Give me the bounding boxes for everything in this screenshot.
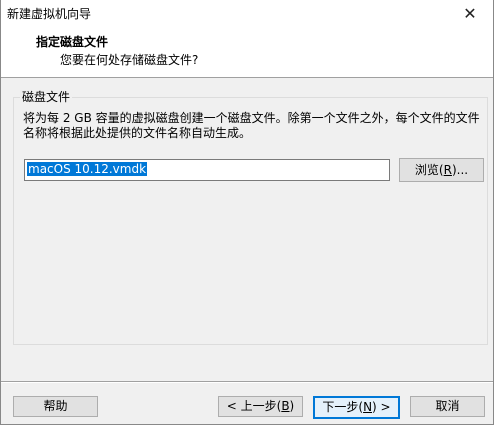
back-label-pre: < 上一步( bbox=[226, 399, 282, 413]
group-label: 磁盘文件 bbox=[20, 88, 73, 105]
back-mnemonic: B bbox=[281, 399, 290, 413]
window-title: 新建虚拟机向导 bbox=[7, 7, 92, 21]
browse-button[interactable]: 浏览(R)... bbox=[399, 158, 484, 182]
back-button[interactable]: < 上一步(B) bbox=[218, 396, 303, 417]
disk-file-description: 将为每 2 GB 容量的虚拟磁盘创建一个磁盘文件。除第一个文件之外，每个文件的文… bbox=[23, 111, 480, 140]
wizard-header: 指定磁盘文件 您要在何处存储磁盘文件? bbox=[1, 30, 493, 78]
next-button[interactable]: 下一步(N) > bbox=[313, 396, 400, 419]
cancel-button[interactable]: 取消 bbox=[410, 396, 485, 417]
footer-separator bbox=[1, 381, 493, 383]
wizard-window: 新建虚拟机向导 ✕ 指定磁盘文件 您要在何处存储磁盘文件? 磁盘文件 将为每 2… bbox=[0, 0, 494, 425]
title-bar[interactable]: 新建虚拟机向导 ✕ bbox=[1, 0, 493, 30]
next-mnemonic: N bbox=[363, 400, 373, 414]
disk-file-name-input[interactable]: macOS 10.12.vmdk bbox=[24, 159, 390, 181]
page-title: 指定磁盘文件 bbox=[36, 35, 109, 49]
selected-file-name: macOS 10.12.vmdk bbox=[27, 162, 148, 176]
browse-label-post: )... bbox=[451, 163, 469, 177]
next-label-post: ) > bbox=[372, 400, 391, 414]
help-button[interactable]: 帮助 bbox=[13, 396, 98, 417]
disk-file-group: 磁盘文件 将为每 2 GB 容量的虚拟磁盘创建一个磁盘文件。除第一个文件之外，每… bbox=[13, 88, 488, 345]
page-subtitle: 您要在何处存储磁盘文件? bbox=[60, 53, 199, 67]
back-label-post: ) bbox=[289, 399, 295, 413]
browse-label-pre: 浏览( bbox=[414, 163, 444, 177]
browse-mnemonic: R bbox=[443, 163, 452, 177]
close-icon[interactable]: ✕ bbox=[447, 0, 493, 30]
next-label-pre: 下一步( bbox=[322, 400, 364, 414]
